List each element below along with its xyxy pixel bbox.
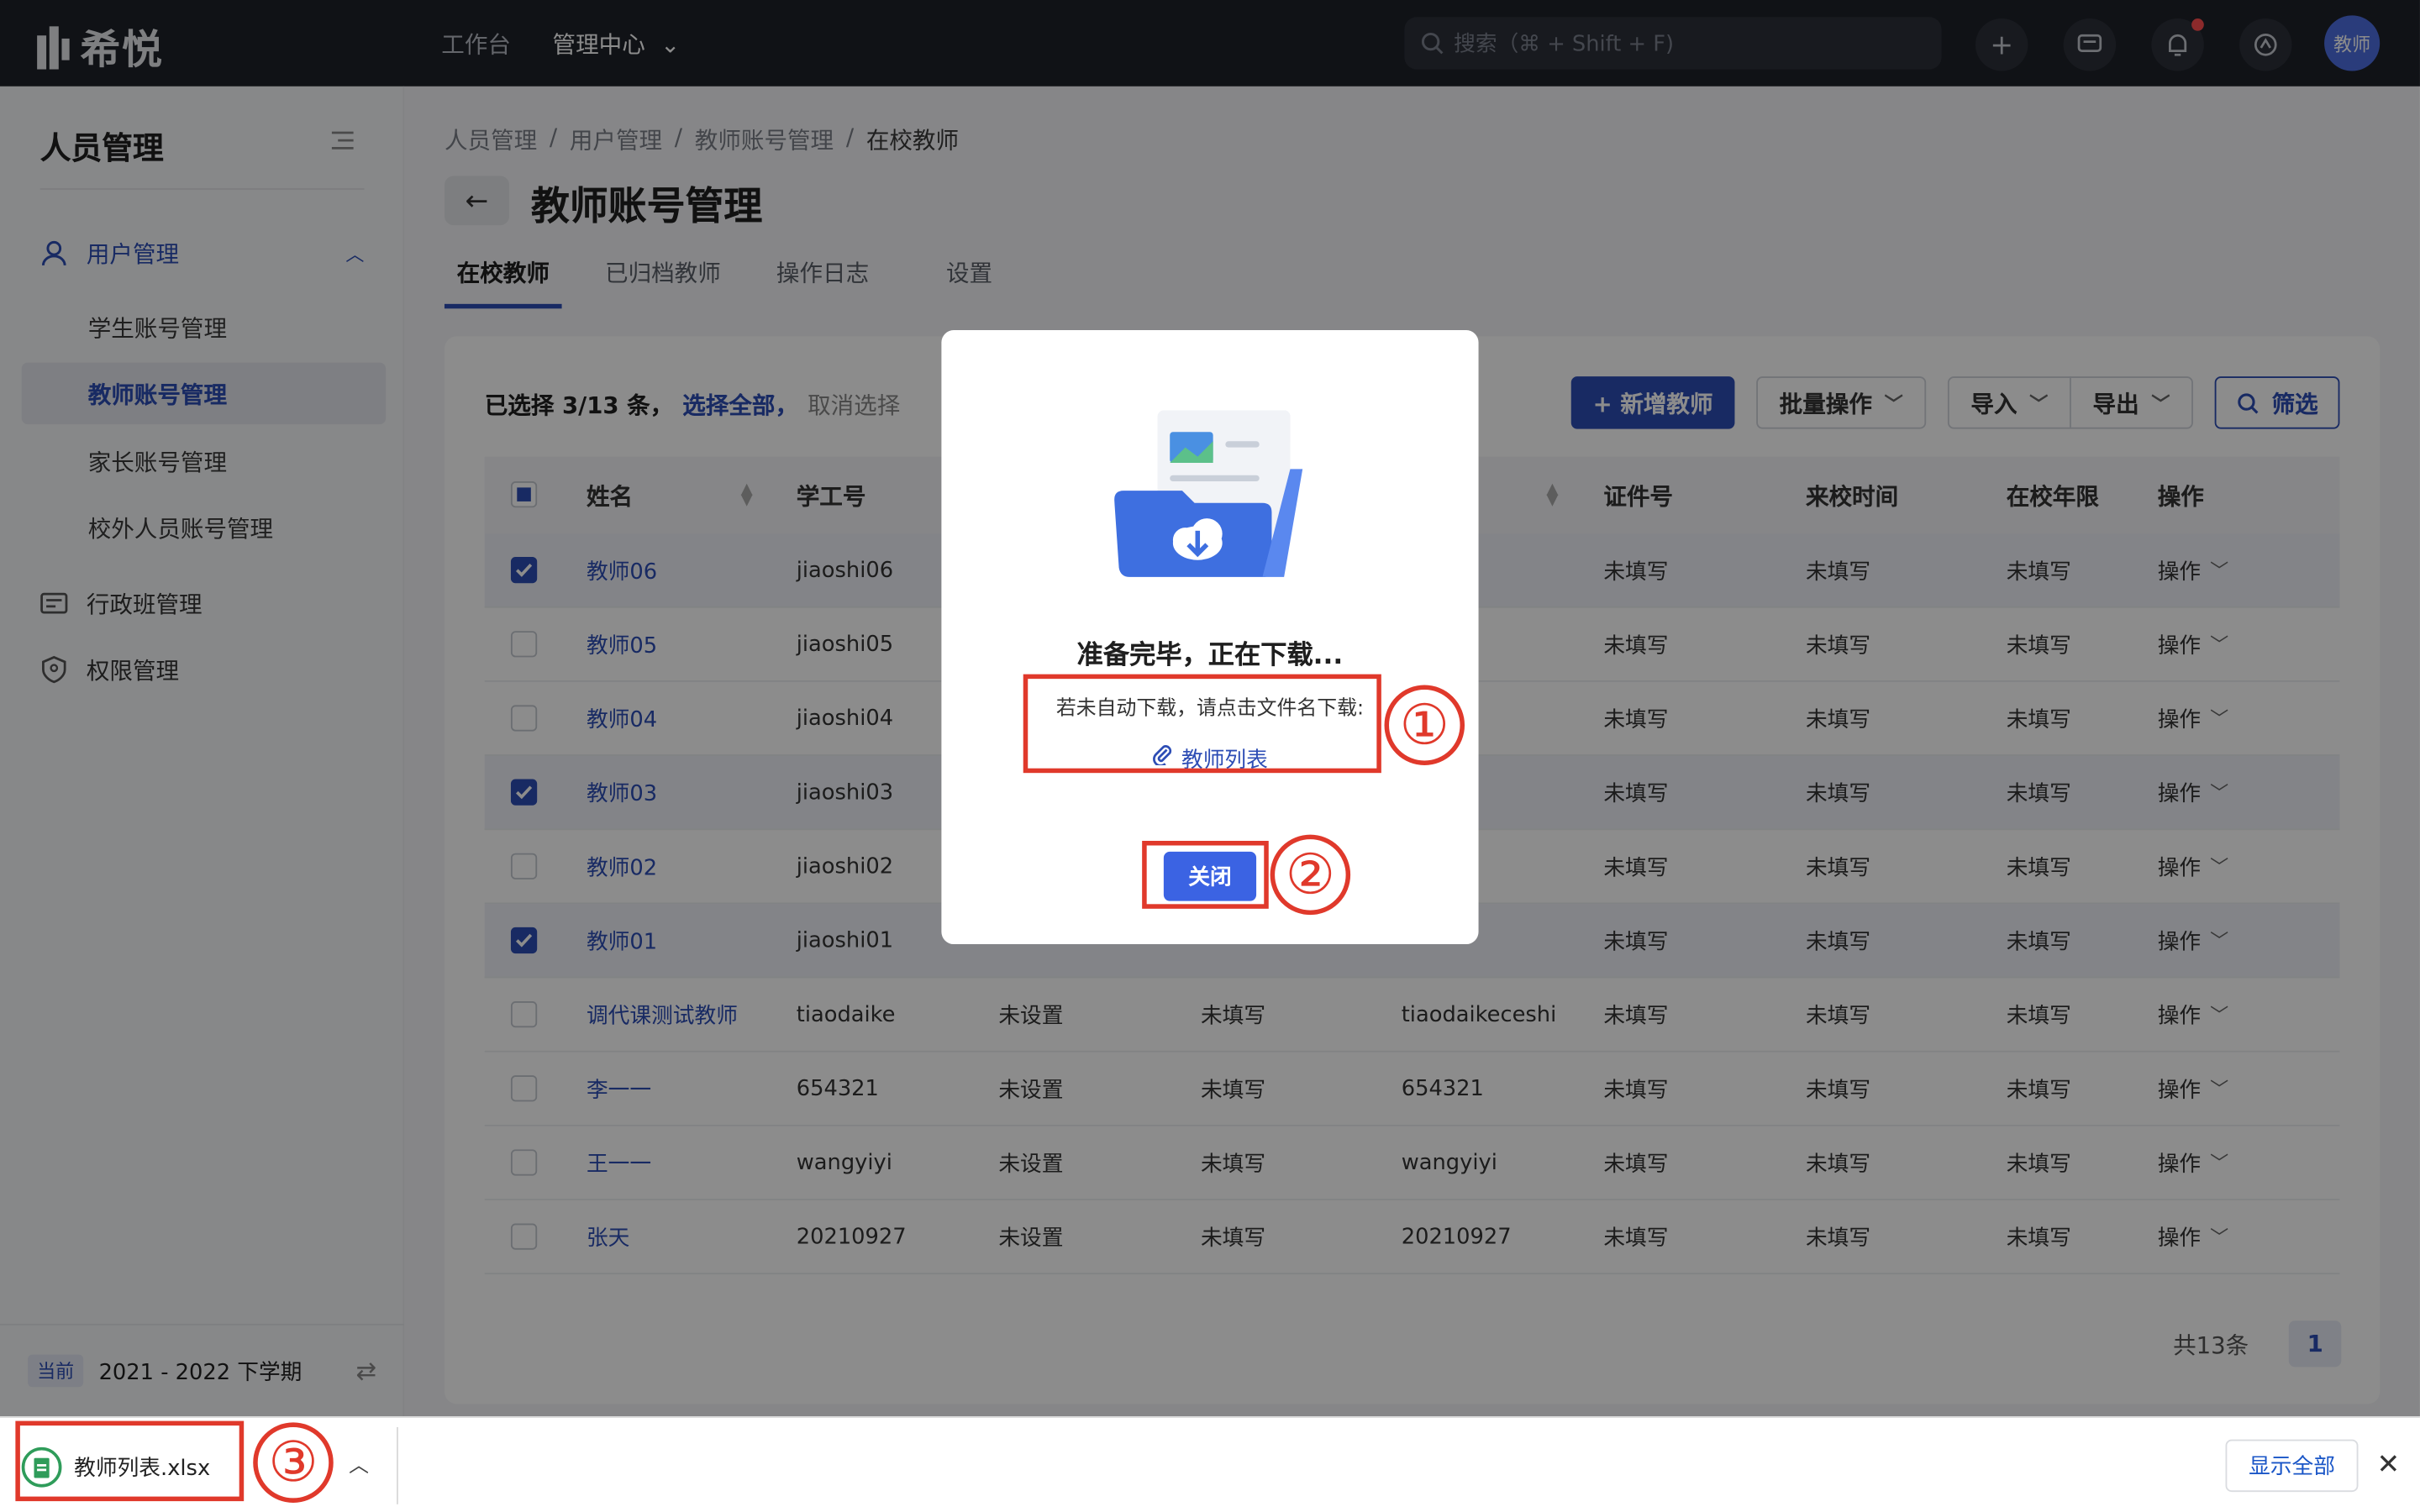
- modal-title: 准备完毕，正在下载...: [1076, 640, 1344, 671]
- download-folder-illustration: [1114, 410, 1303, 577]
- show-all-downloads-button[interactable]: 显示全部: [2225, 1439, 2359, 1493]
- download-bar-divider: [397, 1426, 398, 1504]
- annotation-box-3: [15, 1420, 245, 1502]
- annotation-number-2: ②: [1270, 834, 1351, 916]
- close-icon[interactable]: ✕: [2377, 1449, 2401, 1482]
- annotation-number-1: ①: [1384, 685, 1465, 766]
- annotation-box-1: [1023, 674, 1381, 774]
- chevron-up-icon[interactable]: ︿: [349, 1449, 369, 1478]
- download-bar: 教师列表.xlsx ③ ︿ 显示全部 ✕: [0, 1416, 2420, 1512]
- annotation-number-3: ③: [253, 1422, 334, 1503]
- annotation-box-2: [1142, 841, 1269, 909]
